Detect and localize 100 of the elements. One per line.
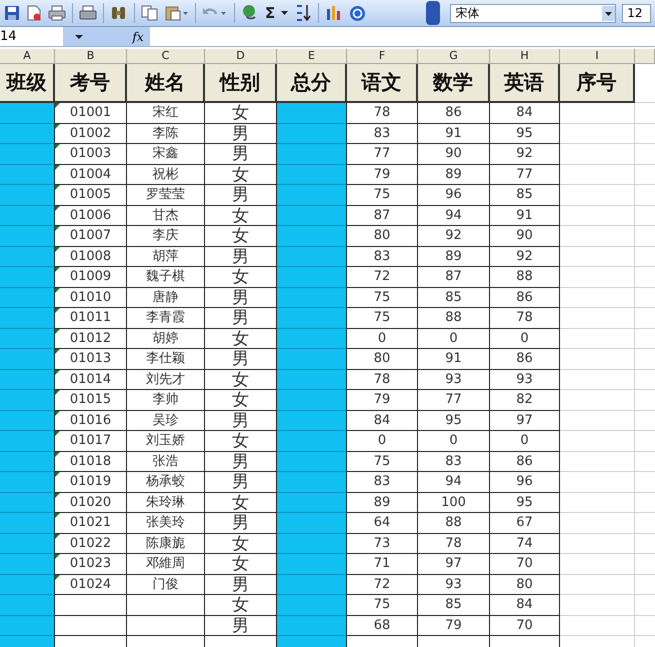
table-cell: 80 <box>347 226 418 246</box>
column-header[interactable]: A <box>0 49 55 64</box>
highlighted-cell <box>0 185 55 206</box>
paste-icon[interactable] <box>165 5 189 21</box>
highlighted-cell <box>277 226 347 246</box>
column-header[interactable]: D <box>205 49 277 64</box>
highlighted-cell <box>277 328 347 349</box>
table-cell: 86 <box>490 349 560 370</box>
table-cell: 0 <box>490 431 560 452</box>
highlighted-cell <box>277 124 347 144</box>
highlighted-cell <box>0 103 55 124</box>
font-field[interactable]: 宋体 <box>450 4 616 22</box>
table-cell: 91 <box>418 124 490 144</box>
header-cell: 考号 <box>55 64 127 103</box>
table-cell: 80 <box>347 349 418 370</box>
error-indicator-icon <box>55 308 60 313</box>
header-cell: 性别 <box>205 64 277 103</box>
table-cell: 93 <box>418 370 490 390</box>
table-cell: 96 <box>418 185 490 206</box>
column-header[interactable]: E <box>277 49 347 64</box>
table-cell: 70 <box>490 616 560 636</box>
caret-icon <box>602 6 616 20</box>
table-cell: 0 <box>347 431 418 452</box>
header-cell: 姓名 <box>127 64 205 103</box>
caret-icon <box>75 34 83 38</box>
column-header[interactable]: G <box>418 49 490 64</box>
table-cell <box>55 616 127 636</box>
table-cell: 96 <box>490 472 560 492</box>
table-cell: 95 <box>418 410 490 431</box>
column-header[interactable]: C <box>127 49 205 64</box>
error-indicator-icon <box>55 328 60 334</box>
table-cell: 01012 <box>55 328 127 349</box>
function-button[interactable]: fx <box>126 27 150 46</box>
table-cell: 64 <box>347 513 418 534</box>
table-cell: 01005 <box>55 185 127 206</box>
table-cell: 95 <box>490 124 560 144</box>
table-cell: 01003 <box>55 144 127 164</box>
table-cell: 01022 <box>55 534 127 554</box>
highlighted-cell <box>277 164 347 185</box>
table-cell: 01002 <box>55 124 127 144</box>
table-cell: 朱玲琳 <box>127 492 205 513</box>
table-cell: 78 <box>347 370 418 390</box>
sort-ascending-icon[interactable] <box>294 4 312 22</box>
error-indicator-icon <box>55 246 60 252</box>
error-indicator-icon <box>55 410 60 416</box>
table-cell: 01024 <box>55 574 127 595</box>
table-cell: 75 <box>347 185 418 206</box>
error-indicator-icon <box>55 206 60 210</box>
table-cell: 75 <box>347 308 418 328</box>
help-icon[interactable] <box>349 4 366 22</box>
table-cell: 陈康旎 <box>127 534 205 554</box>
header-cell: 数学 <box>418 64 490 103</box>
highlighted-cell <box>0 370 55 390</box>
table-cell: 唐静 <box>127 288 205 308</box>
printer-icon[interactable] <box>79 5 97 21</box>
column-header[interactable]: I <box>560 49 635 64</box>
highlighted-cell <box>0 472 55 492</box>
header-cell: 班级 <box>0 64 55 103</box>
table-cell: 01021 <box>55 513 127 534</box>
error-indicator-icon <box>55 390 60 395</box>
column-header[interactable]: H <box>490 49 560 64</box>
error-indicator-icon <box>55 267 60 272</box>
table-cell: 90 <box>418 144 490 164</box>
table-cell: 0 <box>490 328 560 349</box>
table-cell: 75 <box>347 288 418 308</box>
highlighted-cell <box>0 595 55 616</box>
error-indicator-icon <box>55 164 60 170</box>
column-header[interactable]: F <box>347 49 418 64</box>
highlighted-cell <box>0 431 55 452</box>
highlighted-cell <box>277 574 347 595</box>
table-cell: 83 <box>347 246 418 267</box>
column-header[interactable]: B <box>55 49 127 64</box>
printer-icon[interactable] <box>48 5 66 21</box>
table-cell: 71 <box>347 554 418 574</box>
table-cell: 李庆 <box>127 226 205 246</box>
highlighted-cell <box>277 349 347 370</box>
highlighted-cell <box>0 410 55 431</box>
font-size-field[interactable]: 12 <box>622 4 651 22</box>
table-cell: 70 <box>490 554 560 574</box>
table-cell: 胡萍 <box>127 246 205 267</box>
highlighted-cell <box>0 574 55 595</box>
table-cell: 罗莹莹 <box>127 185 205 206</box>
save-icon[interactable] <box>4 5 20 21</box>
copy-icon[interactable] <box>141 5 159 21</box>
table-cell: 01014 <box>55 370 127 390</box>
error-indicator-icon <box>55 349 60 354</box>
error-indicator-icon <box>55 492 60 498</box>
document-icon[interactable] <box>26 5 42 21</box>
sum-button[interactable]: Σ <box>265 6 276 20</box>
table-cell: 90 <box>490 226 560 246</box>
table-cell: 78 <box>490 308 560 328</box>
table-cell: 88 <box>490 267 560 288</box>
binoculars-icon[interactable] <box>110 5 128 21</box>
error-indicator-icon <box>55 124 60 128</box>
table-cell: 杨承蛟 <box>127 472 205 492</box>
table-cell: 84 <box>490 595 560 616</box>
table-cell: 01019 <box>55 472 127 492</box>
table-cell: 84 <box>490 103 560 124</box>
error-indicator-icon <box>55 513 60 518</box>
table-cell: 89 <box>418 164 490 185</box>
